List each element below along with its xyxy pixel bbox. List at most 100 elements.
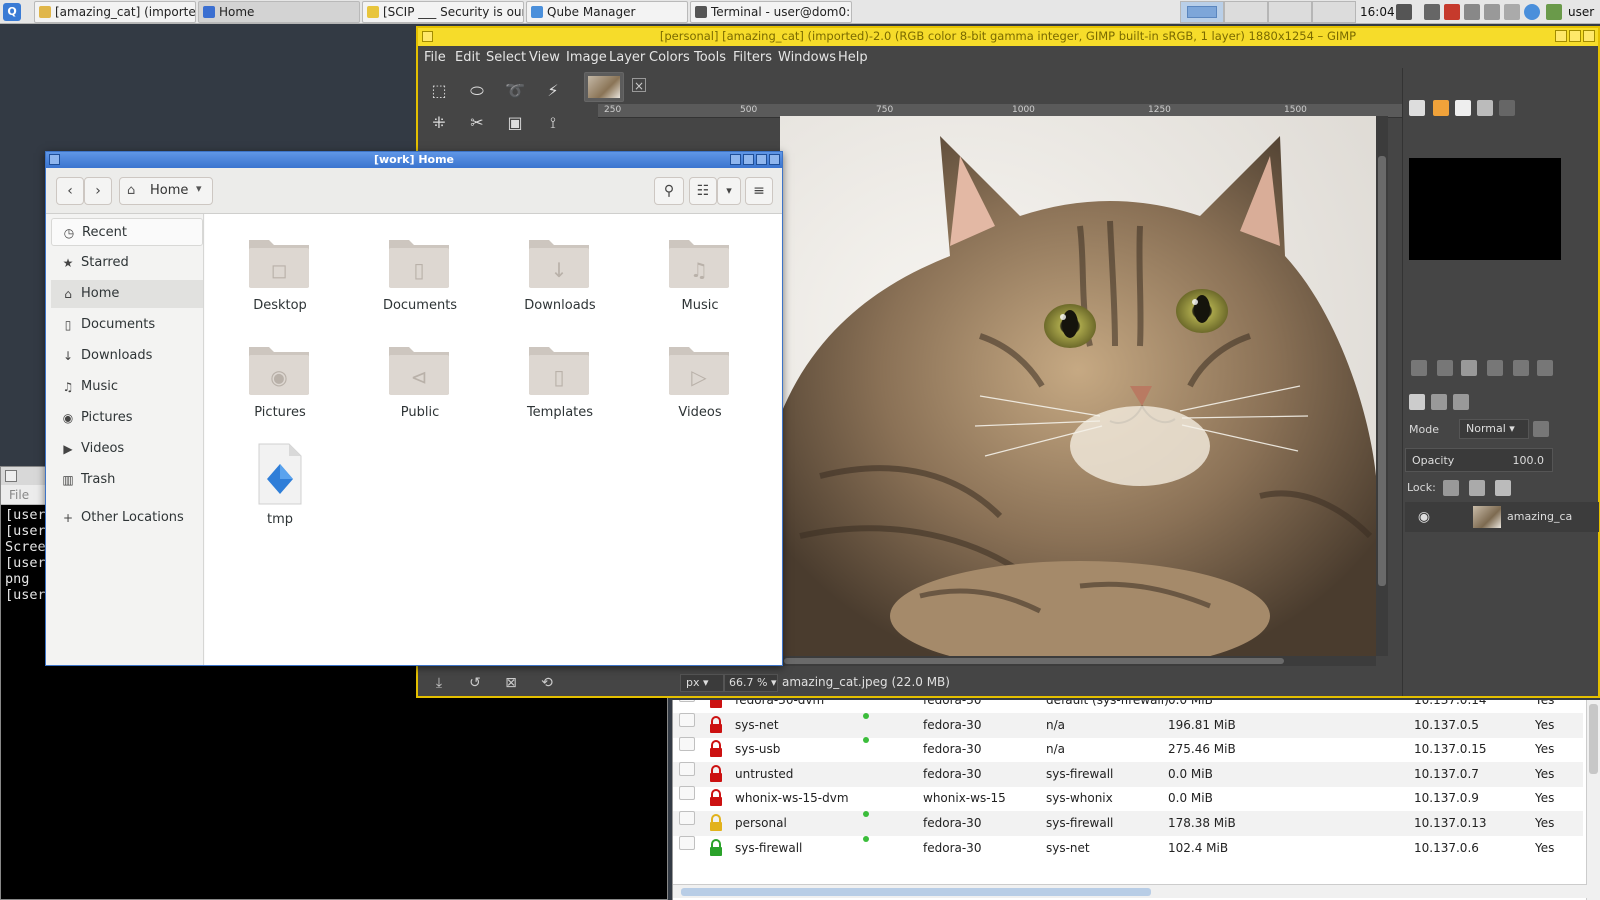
opacity-field[interactable]: Opacity 100.0: [1405, 448, 1553, 472]
gimp-titlebar[interactable]: [personal] [amazing_cat] (imported)-2.0 …: [418, 28, 1598, 46]
restore-button[interactable]: [1555, 30, 1567, 42]
menu-edit[interactable]: Edit: [455, 50, 480, 65]
by-color-select-tool-icon[interactable]: ⁜: [428, 112, 450, 134]
zoom-select[interactable]: 66.7 % ▾: [724, 674, 778, 692]
clipboard-icon[interactable]: [1484, 4, 1500, 20]
devices-icon[interactable]: [1504, 4, 1520, 20]
channels-tab-icon[interactable]: [1431, 394, 1447, 410]
network-icon[interactable]: [1424, 4, 1440, 20]
files-titlebar[interactable]: [work] Home: [46, 152, 782, 168]
menu-view[interactable]: View: [529, 50, 560, 65]
window-menu-icon[interactable]: [5, 470, 17, 482]
patterns-icon[interactable]: [1433, 100, 1449, 116]
menu-tools[interactable]: Tools: [694, 50, 726, 65]
canvas-vertical-scrollbar[interactable]: [1376, 116, 1388, 656]
dock-action-icon[interactable]: [1437, 360, 1453, 376]
close-image-tab-icon[interactable]: ×: [632, 78, 646, 93]
taskbar-task-gimp[interactable]: [amazing_cat] (importe...: [34, 1, 196, 23]
qube-row[interactable]: fedora-30-dvm fedora-30 default (sys-firew…: [673, 700, 1583, 713]
sidebar-item-recent[interactable]: ◷ Recent: [51, 218, 203, 246]
menu-image[interactable]: Image: [566, 50, 607, 65]
qube-settings-icon[interactable]: [679, 761, 695, 776]
window-menu-icon[interactable]: [49, 154, 60, 165]
menu-file[interactable]: File: [9, 488, 29, 502]
restore-button[interactable]: [730, 154, 741, 165]
file-tmp[interactable]: tmp: [225, 434, 335, 534]
reset-mode-icon[interactable]: [1533, 421, 1549, 437]
qube-settings-icon[interactable]: [679, 712, 695, 727]
image-tab[interactable]: [584, 72, 624, 102]
taskbar-task-browser[interactable]: [SCIP ___ Security is our...: [362, 1, 524, 23]
menu-help[interactable]: Help: [838, 50, 868, 65]
sidebar-item-starred[interactable]: ★ Starred: [51, 249, 203, 277]
search-button[interactable]: ⚲: [654, 177, 684, 205]
fonts-icon[interactable]: [1455, 100, 1471, 116]
layers-tab-icon[interactable]: [1409, 394, 1425, 410]
close-button[interactable]: [1583, 30, 1595, 42]
menu-select[interactable]: Select: [486, 50, 526, 65]
sidebar-item-home[interactable]: ⌂ Home: [51, 280, 203, 308]
qube-row[interactable]: whonix-ws-15-dvm whonix-ws-15 sys-whonix 0.…: [673, 786, 1583, 811]
sidebar-item-trash[interactable]: ▥ Trash: [51, 466, 203, 494]
refresh-icon[interactable]: ⟲: [538, 674, 556, 692]
chevron-down-icon[interactable]: ▾: [196, 182, 202, 195]
qube-settings-icon[interactable]: [679, 786, 695, 801]
sidebar-item-other-locations[interactable]: + Other Locations: [51, 504, 203, 532]
eye-icon[interactable]: ◉: [1415, 508, 1433, 526]
signal-icon[interactable]: [1444, 4, 1460, 20]
menu-button[interactable]: ≡: [745, 177, 773, 205]
sidebar-item-music[interactable]: ♫ Music: [51, 373, 203, 401]
close-button[interactable]: [769, 154, 780, 165]
export-icon[interactable]: ⤓: [430, 674, 448, 692]
qube-row[interactable]: untrusted fedora-30 sys-firewall 0.0 MiB 10.…: [673, 761, 1583, 787]
qube-settings-icon[interactable]: [679, 737, 695, 752]
foreground-select-tool-icon[interactable]: ▣: [504, 112, 526, 134]
path-bar-home[interactable]: ⌂ Home ▾: [119, 177, 213, 205]
workspace-1[interactable]: [1180, 1, 1224, 23]
sidebar-item-pictures[interactable]: ◉ Pictures: [51, 404, 203, 432]
sidebar-item-videos[interactable]: ▶ Videos: [51, 435, 203, 463]
user-label[interactable]: user: [1568, 0, 1594, 24]
scissors-tool-icon[interactable]: ✂: [466, 112, 488, 134]
window-menu-icon[interactable]: [422, 31, 433, 42]
lasso-tool-icon[interactable]: ➰: [504, 80, 526, 102]
menu-file[interactable]: File: [424, 50, 446, 65]
paths-tab-icon[interactable]: [1453, 394, 1469, 410]
folder-downloads[interactable]: ↓ Downloads: [505, 220, 615, 320]
workspace-2[interactable]: [1224, 1, 1268, 23]
folder-videos[interactable]: ▷ Videos: [645, 327, 755, 427]
qube-settings-icon[interactable]: [679, 700, 695, 702]
volume-icon[interactable]: [1396, 4, 1412, 20]
mode-select[interactable]: Normal ▾: [1459, 419, 1529, 439]
ellipse-select-tool-icon[interactable]: ⬭: [466, 80, 488, 102]
image-canvas[interactable]: [780, 116, 1376, 656]
folder-pictures[interactable]: ◉ Pictures: [225, 327, 335, 427]
updates-icon[interactable]: [1546, 4, 1562, 20]
rect-select-tool-icon[interactable]: ⬚: [428, 80, 450, 102]
paths-tool-icon[interactable]: ⟟: [542, 112, 564, 134]
taskbar-task-qube-manager[interactable]: Qube Manager: [526, 1, 688, 23]
forward-button[interactable]: ›: [84, 177, 112, 205]
maximize-button[interactable]: [1569, 30, 1581, 42]
dock-action-icon[interactable]: [1461, 360, 1477, 376]
clock[interactable]: 16:04: [1360, 0, 1395, 24]
brushes-icon[interactable]: [1409, 100, 1425, 116]
files-window[interactable]: [work] Home ‹ › ⌂ Home ▾ ⚲ ☷ ▾ ≡ ◷ Recent…: [45, 151, 783, 666]
qubes-menu-button[interactable]: Q: [3, 3, 21, 21]
lock-alpha-icon[interactable]: [1495, 480, 1511, 496]
workspace-4[interactable]: [1312, 1, 1356, 23]
menu-layer[interactable]: Layer: [609, 50, 645, 65]
navigation-preview[interactable]: [1409, 158, 1561, 260]
qube-settings-icon[interactable]: [679, 835, 695, 850]
menu-colors[interactable]: Colors: [649, 50, 690, 65]
qube-manager-window[interactable]: fedora-30-dvm fedora-30 default (sys-firew…: [672, 700, 1600, 900]
qube-row[interactable]: personal fedora-30 sys-firewall 178.38 MiB 1…: [673, 811, 1583, 836]
qube-row[interactable]: sys-net fedora-30 n/a 196.81 MiB 10.137.0.5 Y…: [673, 712, 1583, 738]
tray-app-icon[interactable]: [1464, 4, 1480, 20]
back-button[interactable]: ‹: [56, 177, 84, 205]
menu-filters[interactable]: Filters: [733, 50, 772, 65]
workspace-3[interactable]: [1268, 1, 1312, 23]
canvas-horizontal-scrollbar[interactable]: [780, 656, 1376, 666]
view-options-button[interactable]: ▾: [717, 177, 741, 205]
reset-icon[interactable]: ↺: [466, 674, 484, 692]
